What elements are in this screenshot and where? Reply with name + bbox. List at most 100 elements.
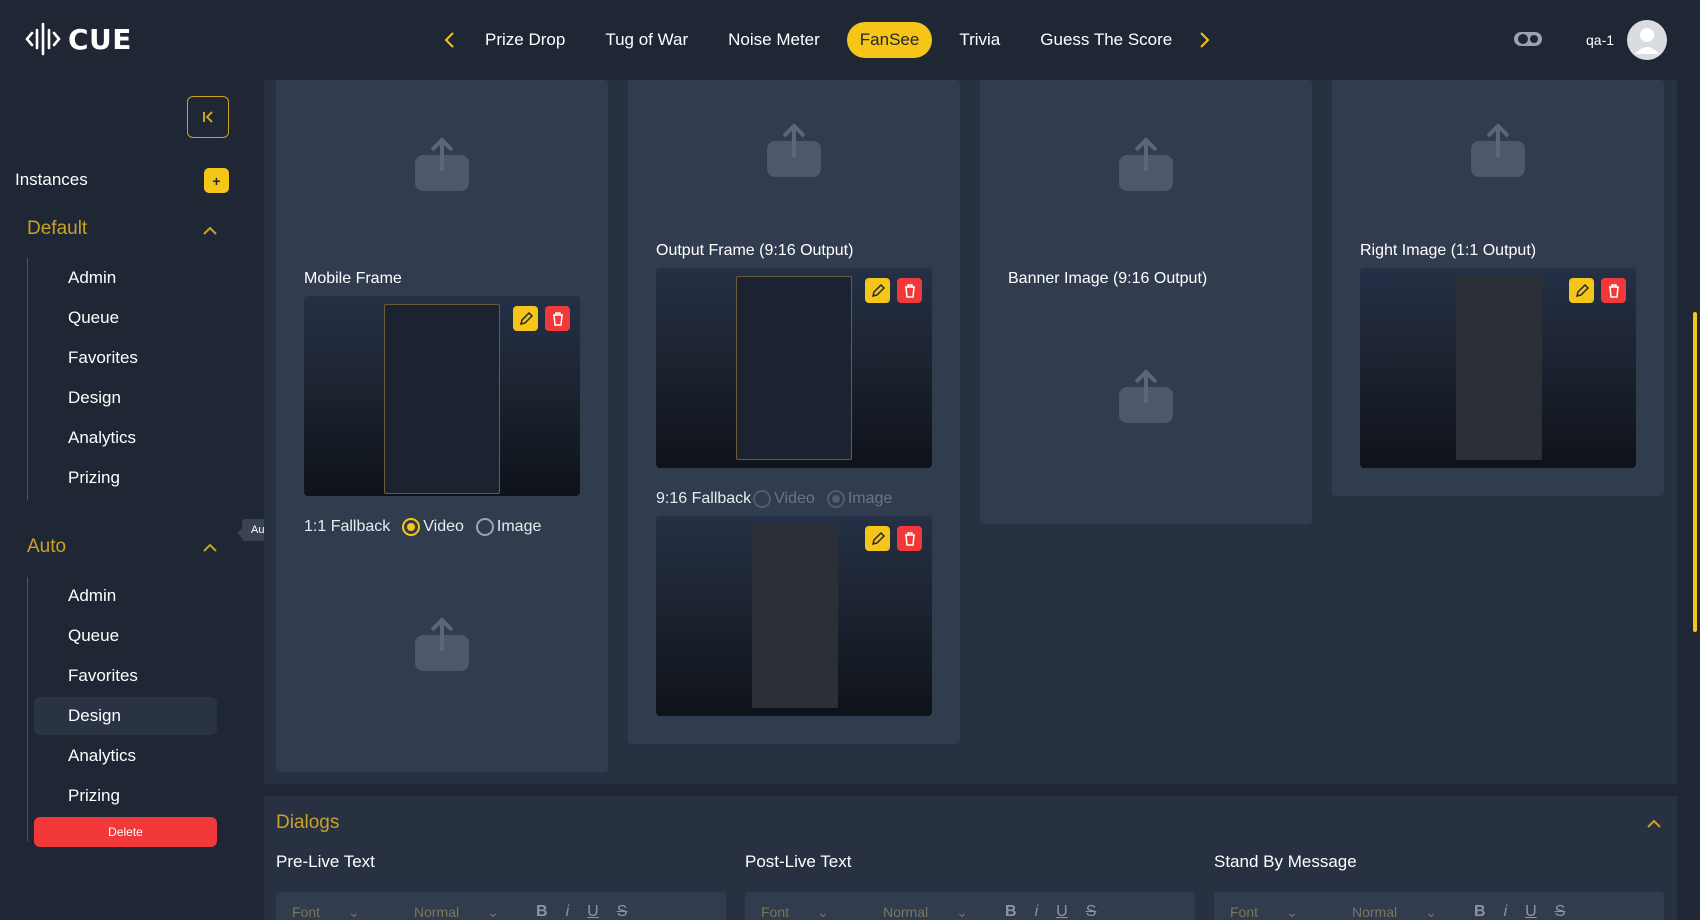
edit-button[interactable] xyxy=(1569,278,1594,303)
strike-button[interactable]: S xyxy=(1086,903,1097,920)
mobile-frame-label: Mobile Frame xyxy=(304,270,402,287)
nav-next-button[interactable] xyxy=(1192,28,1216,52)
fallback-916-preview xyxy=(656,516,932,716)
theme-toggle-icon xyxy=(1514,32,1542,46)
size-select[interactable]: Normal ⌄ xyxy=(1352,904,1456,920)
bold-button[interactable]: B xyxy=(536,903,548,920)
nav-prev-button[interactable] xyxy=(438,28,462,52)
radio-image[interactable] xyxy=(826,490,845,508)
chevron-up-icon[interactable] xyxy=(200,538,220,558)
avatar[interactable] xyxy=(1627,20,1667,60)
tab-prize-drop[interactable]: Prize Drop xyxy=(472,22,578,58)
size-select[interactable]: Normal ⌄ xyxy=(883,904,987,920)
font-select[interactable]: Font ⌄ xyxy=(1230,904,1334,920)
pencil-icon xyxy=(871,283,885,297)
tab-fansee[interactable]: FanSee xyxy=(846,22,933,58)
edit-button[interactable] xyxy=(513,306,538,331)
add-instance-button[interactable]: + xyxy=(204,168,229,193)
chevron-down-icon: ⌄ xyxy=(817,903,829,920)
edit-button[interactable] xyxy=(865,278,890,303)
sidebar-item-design[interactable]: Design xyxy=(34,379,217,417)
pencil-icon xyxy=(1575,283,1589,297)
trash-icon xyxy=(904,283,915,298)
delete-button[interactable] xyxy=(1601,278,1626,303)
sidebar-item-favorites[interactable]: Favorites xyxy=(34,657,217,695)
size-select[interactable]: Normal ⌄ xyxy=(414,904,518,920)
group-title-auto[interactable]: Auto xyxy=(27,536,66,558)
font-select-value: Font xyxy=(761,904,790,920)
underline-button[interactable]: U xyxy=(587,903,599,920)
delete-button[interactable] xyxy=(897,278,922,303)
radio-image[interactable] xyxy=(475,518,494,536)
sidebar-item-design[interactable]: Design xyxy=(34,697,217,735)
bold-button[interactable]: B xyxy=(1005,903,1017,920)
upload-dropzone[interactable] xyxy=(304,544,580,744)
sidebar-item-prizing[interactable]: Prizing xyxy=(34,777,217,815)
dialogs-section: Dialogs Pre-Live Text Post-Live Text Sta… xyxy=(264,796,1677,920)
edit-button[interactable] xyxy=(865,526,890,551)
italic-button[interactable]: i xyxy=(566,903,570,920)
trash-icon xyxy=(904,531,915,546)
collapse-sidebar-button[interactable] xyxy=(187,96,229,138)
pencil-icon xyxy=(519,311,533,325)
mobile-frame-preview xyxy=(304,296,580,496)
sidebar-item-favorites[interactable]: Favorites xyxy=(34,339,217,377)
sidebar-item-queue[interactable]: Queue xyxy=(34,299,217,337)
strike-button[interactable]: S xyxy=(1555,903,1566,920)
collapse-left-icon xyxy=(203,111,213,123)
instances-label: Instances xyxy=(15,170,88,189)
tab-noise-meter[interactable]: Noise Meter xyxy=(715,22,833,58)
phone-screenshot-image xyxy=(752,524,838,708)
dialogs-title[interactable]: Dialogs xyxy=(276,812,339,834)
radio-video-label[interactable]: Video xyxy=(774,490,815,508)
upload-icon xyxy=(415,137,469,191)
font-select[interactable]: Font ⌄ xyxy=(292,904,396,920)
fallback-1x1-label: 1:1 Fallback xyxy=(304,518,391,535)
font-select-value: Font xyxy=(1230,904,1259,920)
sidebar-item-prizing[interactable]: Prizing xyxy=(34,459,217,497)
upload-dropzone[interactable] xyxy=(656,80,932,220)
chevron-down-icon: ⌄ xyxy=(487,903,499,920)
upload-dropzone[interactable] xyxy=(1008,80,1284,248)
font-select[interactable]: Font ⌄ xyxy=(761,904,865,920)
tab-tug-of-war[interactable]: Tug of War xyxy=(592,22,701,58)
strike-button[interactable]: S xyxy=(617,903,628,920)
sidebar-item-queue[interactable]: Queue xyxy=(34,617,217,655)
scrollbar[interactable] xyxy=(1693,312,1697,632)
sidebar-item-admin[interactable]: Admin xyxy=(34,577,217,615)
radio-video[interactable] xyxy=(753,490,772,508)
sidebar-item-analytics[interactable]: Analytics xyxy=(34,419,217,457)
bold-button[interactable]: B xyxy=(1474,903,1486,920)
underline-button[interactable]: U xyxy=(1056,903,1068,920)
upload-icon xyxy=(767,123,821,177)
tab-trivia[interactable]: Trivia xyxy=(946,22,1013,58)
tab-guess-the-score[interactable]: Guess The Score xyxy=(1027,22,1182,58)
delete-instance-button[interactable]: Delete xyxy=(34,817,217,847)
output-frame-preview xyxy=(656,268,932,468)
upload-dropzone[interactable] xyxy=(304,80,580,248)
sidebar-item-analytics[interactable]: Analytics xyxy=(34,737,217,775)
radio-image-label[interactable]: Image xyxy=(497,518,541,536)
sidebar-item-admin[interactable]: Admin xyxy=(34,259,217,297)
radio-video-label[interactable]: Video xyxy=(423,518,464,536)
logo[interactable]: CUE xyxy=(24,20,132,58)
upload-dropzone[interactable] xyxy=(1008,296,1284,496)
underline-button[interactable]: U xyxy=(1525,903,1537,920)
delete-button[interactable] xyxy=(897,526,922,551)
theme-toggle[interactable] xyxy=(1513,29,1543,49)
right-image-preview xyxy=(1360,268,1636,468)
radio-image-label[interactable]: Image xyxy=(848,490,892,508)
fallback-916-options: Video Image xyxy=(753,490,892,508)
upload-dropzone[interactable] xyxy=(1360,80,1636,220)
size-select-value: Normal xyxy=(1352,904,1398,920)
post-live-text-label: Post-Live Text xyxy=(745,852,852,871)
stand-by-message-label: Stand By Message xyxy=(1214,852,1357,871)
delete-button[interactable] xyxy=(545,306,570,331)
group-title-default[interactable]: Default xyxy=(27,218,87,240)
chevron-down-icon: ⌄ xyxy=(348,903,360,920)
radio-video[interactable] xyxy=(402,518,421,536)
chevron-up-icon[interactable] xyxy=(1644,814,1664,834)
italic-button[interactable]: i xyxy=(1504,903,1508,920)
chevron-up-icon[interactable] xyxy=(200,221,220,241)
italic-button[interactable]: i xyxy=(1035,903,1039,920)
